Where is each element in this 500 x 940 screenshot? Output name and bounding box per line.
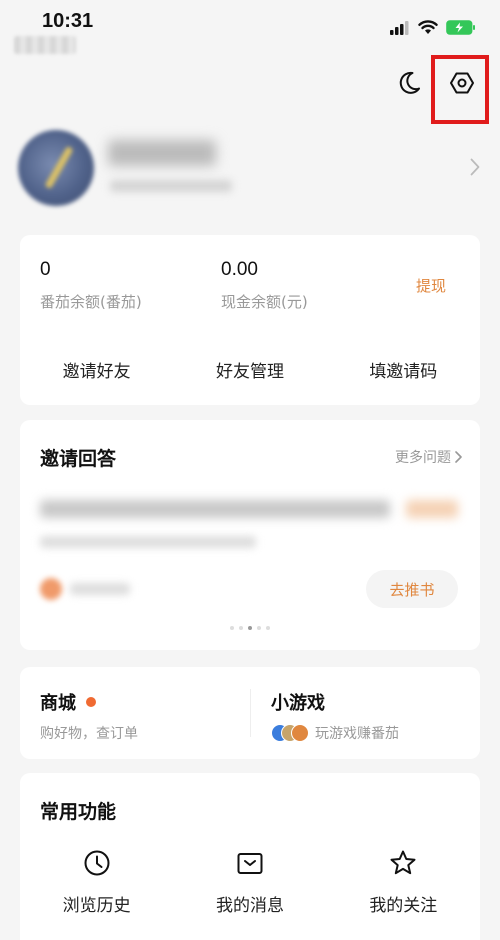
- moon-icon: [399, 71, 420, 94]
- my-messages-label: 我的消息: [215, 896, 284, 916]
- wallet-actions: 邀请好友 好友管理 填邀请码: [20, 357, 480, 382]
- chevron-right-icon: [470, 158, 480, 176]
- cash-balance-value: 0.00: [221, 259, 258, 280]
- cellular-signal-icon: [390, 20, 409, 35]
- features-row: 浏览历史 我的消息 我的关注: [20, 849, 480, 916]
- more-questions-link[interactable]: 更多问题: [395, 447, 462, 467]
- tomato-balance[interactable]: 0 番茄余额(番茄): [40, 259, 142, 312]
- carousel-dot: [257, 626, 261, 630]
- my-follows-button[interactable]: 我的关注: [327, 849, 480, 916]
- carousel-dots: [20, 626, 480, 630]
- blurred-user-subtitle: [110, 180, 232, 192]
- my-follows-label: 我的关注: [369, 896, 438, 916]
- browsing-history-label: 浏览历史: [62, 896, 131, 916]
- status-bar: 10:31: [0, 0, 500, 54]
- blurred-asker-avatar: [40, 578, 62, 600]
- cash-balance[interactable]: 0.00 现金余额(元): [221, 259, 308, 312]
- shop-games-card: 商城 购好物，查订单 小游戏 玩游戏赚番茄: [20, 667, 480, 759]
- blurred-reward-badge: [406, 500, 458, 518]
- invite-answer-card: 邀请回答 更多问题 去推书: [20, 420, 480, 650]
- common-features-title: 常用功能: [40, 801, 117, 823]
- status-time: 10:31: [42, 10, 94, 32]
- avatar[interactable]: [18, 130, 94, 206]
- tomato-balance-label: 番茄余额(番茄): [40, 293, 142, 311]
- blurred-question-text[interactable]: [40, 500, 390, 518]
- carousel-dot: [239, 626, 243, 630]
- wifi-icon: [418, 20, 438, 34]
- common-features-card: 常用功能 浏览历史 我的消息 我的关注: [20, 773, 480, 940]
- carousel-dot: [230, 626, 234, 630]
- recommend-book-button[interactable]: 去推书: [366, 570, 458, 608]
- withdraw-button[interactable]: 提现: [416, 275, 446, 296]
- mall-title: 商城: [40, 693, 76, 714]
- mall-entry[interactable]: 商城 购好物，查订单: [40, 689, 138, 743]
- more-questions-label: 更多问题: [395, 450, 451, 466]
- carousel-dot-active: [248, 626, 252, 630]
- status-icons: [390, 20, 476, 35]
- night-mode-button[interactable]: [396, 70, 422, 100]
- notification-dot: [86, 697, 96, 707]
- mini-games-title: 小游戏: [271, 693, 325, 714]
- settings-highlight-box: [431, 55, 489, 124]
- blurred-username: [108, 140, 216, 166]
- profile-header[interactable]: [18, 130, 488, 210]
- enter-invite-code-button[interactable]: 填邀请码: [327, 357, 480, 382]
- my-messages-button[interactable]: 我的消息: [173, 849, 326, 916]
- clock-icon: [84, 850, 110, 876]
- battery-charging-icon: [446, 20, 475, 35]
- blurred-question-meta: [40, 536, 256, 548]
- cash-balance-label: 现金余额(元): [221, 293, 308, 311]
- divider: [250, 689, 251, 737]
- browsing-history-button[interactable]: 浏览历史: [20, 849, 173, 916]
- mini-games-entry[interactable]: 小游戏 玩游戏赚番茄: [271, 689, 399, 743]
- blurred-carrier-text: [14, 36, 76, 54]
- friend-management-button[interactable]: 好友管理: [173, 357, 326, 382]
- game-thumbnails-icon: [271, 724, 311, 742]
- mini-games-subtitle: 玩游戏赚番茄: [315, 726, 399, 742]
- star-icon: [390, 850, 416, 875]
- invite-friends-button[interactable]: 邀请好友: [20, 357, 173, 382]
- mall-subtitle: 购好物，查订单: [40, 726, 138, 742]
- blurred-asker-name: [70, 583, 130, 595]
- wallet-card: 0 番茄余额(番茄) 0.00 现金余额(元) 提现 邀请好友 好友管理 填邀请…: [20, 235, 480, 405]
- carousel-dot: [266, 626, 270, 630]
- invite-answer-title: 邀请回答: [40, 448, 117, 470]
- message-box-icon: [237, 853, 263, 874]
- tomato-balance-value: 0: [40, 259, 51, 280]
- chevron-right-icon: [455, 451, 462, 463]
